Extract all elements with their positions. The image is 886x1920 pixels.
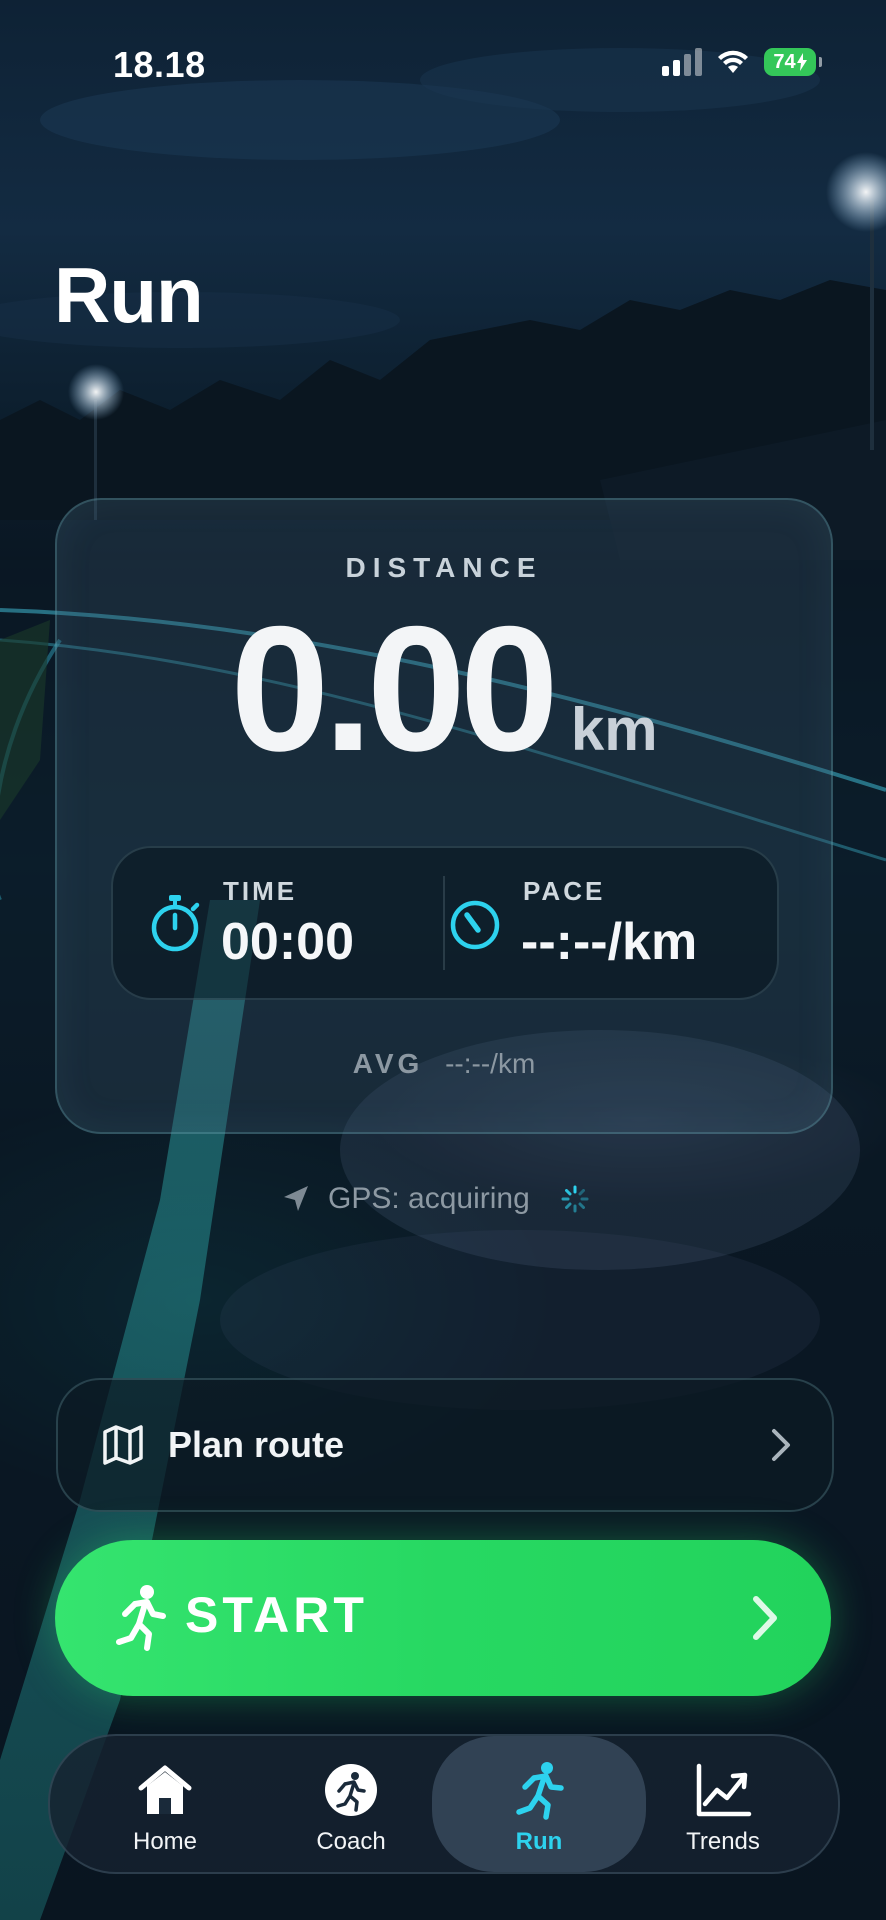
runner-icon bbox=[516, 1762, 564, 1820]
tab-coach-label: Coach bbox=[316, 1828, 386, 1855]
tab-bar: Home Coach Run Trends bbox=[48, 1734, 840, 1874]
charging-bolt-icon bbox=[796, 53, 807, 71]
page-title: Run bbox=[54, 251, 204, 339]
run-stats-card: DISTANCE 0.00 km TIME 00:00 PACE --:--/k… bbox=[55, 498, 833, 1134]
tab-run-label: Run bbox=[515, 1828, 563, 1855]
plan-route-label: Plan route bbox=[168, 1424, 345, 1465]
loading-spinner-icon bbox=[561, 1185, 589, 1213]
gps-status-text: GPS: acquiring bbox=[328, 1182, 530, 1215]
chevron-right-icon bbox=[753, 1596, 777, 1640]
trend-chart-icon bbox=[696, 1763, 752, 1817]
wifi-icon bbox=[718, 50, 748, 73]
battery-indicator: 74 bbox=[764, 48, 822, 76]
distance-label: DISTANCE bbox=[345, 552, 543, 583]
metrics-divider bbox=[443, 876, 445, 970]
time-label: TIME bbox=[223, 876, 298, 906]
stopwatch-icon bbox=[151, 895, 200, 952]
run-screen: 18.18 74 Run DISTANCE 0.00 km TIME 00:00… bbox=[0, 0, 886, 1920]
distance-value: 0.00 bbox=[230, 589, 558, 788]
metrics-panel: TIME 00:00 PACE --:--/km bbox=[111, 846, 779, 1000]
tab-run[interactable]: Run bbox=[432, 1736, 646, 1872]
time-metric: TIME 00:00 bbox=[147, 848, 437, 998]
tab-coach[interactable]: Coach bbox=[258, 1736, 444, 1872]
distance-readout: 0.00 km bbox=[57, 600, 831, 778]
tab-trends[interactable]: Trends bbox=[630, 1736, 816, 1872]
location-arrow-icon bbox=[284, 1186, 308, 1211]
chevron-right-icon bbox=[772, 1429, 790, 1461]
map-icon bbox=[103, 1425, 143, 1465]
average-label: AVG bbox=[352, 1048, 424, 1079]
tab-trends-label: Trends bbox=[686, 1828, 760, 1855]
coach-icon bbox=[325, 1764, 377, 1816]
pace-value: --:--/km bbox=[521, 913, 698, 971]
home-icon bbox=[138, 1765, 192, 1814]
tab-home[interactable]: Home bbox=[72, 1736, 258, 1872]
pace-metric: PACE --:--/km bbox=[447, 848, 767, 998]
start-run-button[interactable]: START bbox=[55, 1540, 831, 1696]
status-time: 18.18 bbox=[113, 44, 206, 85]
distance-unit: km bbox=[570, 696, 658, 763]
status-icons: 74 bbox=[662, 48, 822, 76]
battery-level: 74 bbox=[773, 50, 796, 73]
tab-home-label: Home bbox=[132, 1828, 198, 1855]
speedometer-icon bbox=[450, 900, 500, 950]
time-value: 00:00 bbox=[221, 913, 354, 971]
pace-label: PACE bbox=[523, 876, 606, 906]
average-value: --:--/km bbox=[445, 1048, 536, 1079]
gps-status: GPS: acquiring bbox=[280, 1182, 590, 1216]
runner-icon bbox=[116, 1585, 166, 1651]
average-pace-row: AVG --:--/km bbox=[57, 1048, 831, 1080]
plan-route-button[interactable]: Plan route bbox=[56, 1378, 834, 1512]
cellular-signal-icon bbox=[662, 48, 702, 76]
start-button-label: START bbox=[185, 1587, 368, 1643]
